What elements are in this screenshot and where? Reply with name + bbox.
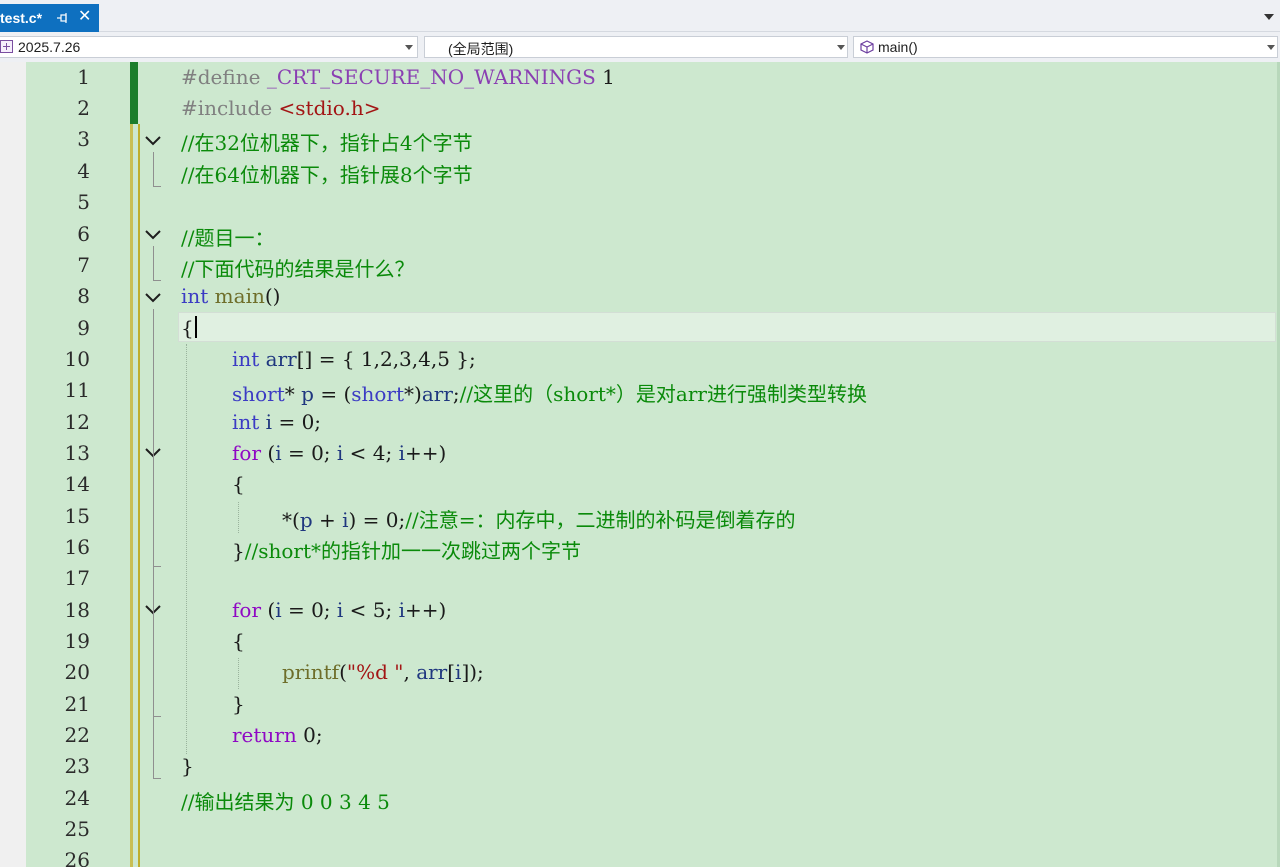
indent-guide	[238, 502, 239, 533]
code-line: }//short*的指针加一一次跳过两个字节	[232, 539, 581, 563]
code-editor[interactable]: 1 2 3 4 5 6 7 8 9 10 11 12 13 14 15 16 1…	[0, 62, 1280, 867]
line-number: 11	[64, 378, 90, 402]
project-label: 2025.7.26	[18, 39, 81, 55]
line-number: 17	[64, 566, 90, 590]
code-line: int arr[] = { 1,2,3,4,5 };	[232, 347, 476, 371]
code-line: printf("%d ", arr[i]);	[282, 660, 484, 684]
tab-test-c[interactable]: test.c* ✕	[0, 4, 99, 32]
saved-change-indicator	[130, 62, 138, 124]
gutter-divider	[130, 62, 133, 867]
line-number: 15	[64, 504, 90, 528]
code-comment: //题目一：	[181, 226, 275, 250]
line-number: 25	[64, 817, 90, 841]
code-line: *(p + i) = 0;//注意=：内存中，二进制的补码是倒着存的	[282, 508, 796, 532]
line-number: 5	[77, 190, 90, 214]
line-number: 3	[77, 127, 90, 151]
line-number: 4	[77, 159, 90, 183]
line-number: 21	[64, 692, 90, 716]
code-line: for (i = 0; i < 5; i++)	[232, 598, 447, 622]
code-line: int main()	[181, 284, 281, 308]
line-number: 7	[77, 253, 90, 277]
line-number: 1	[77, 65, 90, 89]
line-number: 9	[77, 316, 90, 340]
code-line: {	[232, 629, 245, 653]
line-number: 12	[64, 410, 90, 434]
code-line: #include <stdio.h>	[181, 96, 381, 120]
line-number: 14	[64, 472, 90, 496]
fold-region-end	[153, 716, 161, 717]
cube-icon	[860, 40, 874, 54]
chevron-down-icon	[837, 45, 845, 50]
fold-region-end	[153, 280, 161, 281]
editor-margin	[0, 62, 26, 867]
line-number: 10	[64, 347, 90, 371]
project-dropdown[interactable]: 2025.7.26	[0, 36, 418, 58]
indent-guide	[186, 344, 187, 754]
code-line: #define _CRT_SECURE_NO_WARNINGS 1	[181, 65, 615, 89]
unsaved-change-indicator	[138, 124, 140, 867]
project-icon	[0, 40, 13, 53]
line-number: 23	[64, 754, 90, 778]
navigation-bar: 2025.7.26 (全局范围) main()	[0, 32, 1280, 62]
text-cursor	[195, 316, 197, 338]
line-number: 2	[77, 96, 90, 120]
fold-region-end	[153, 778, 161, 779]
document-tab-bar: test.c* ✕	[0, 0, 1280, 32]
member-label: main()	[878, 39, 918, 55]
code-line: for (i = 0; i < 4; i++)	[232, 441, 447, 465]
fold-region-line	[153, 246, 154, 281]
scope-dropdown[interactable]: (全局范围)	[424, 36, 848, 58]
collapse-chevron-icon[interactable]	[144, 228, 162, 242]
line-number: 13	[64, 441, 90, 465]
code-line: }	[232, 692, 245, 716]
collapse-chevron-icon[interactable]	[144, 134, 162, 148]
current-line-highlight	[178, 312, 1276, 342]
code-comment: //下面代码的结果是什么？	[181, 257, 415, 281]
chevron-down-icon	[1267, 45, 1275, 50]
collapse-chevron-icon[interactable]	[144, 291, 162, 305]
line-number: 24	[64, 786, 90, 810]
tab-overflow-chevron-down-icon[interactable]	[1264, 14, 1274, 20]
code-line: int i = 0;	[232, 410, 322, 434]
code-line: {	[181, 316, 194, 340]
line-number: 19	[64, 629, 90, 653]
fold-region-line	[153, 621, 154, 717]
code-line: }	[181, 754, 194, 778]
line-number: 20	[64, 660, 90, 684]
close-icon[interactable]: ✕	[78, 7, 91, 27]
code-line: short* p = (short*)arr;//这里的（short*）是对ar…	[232, 382, 867, 406]
line-number: 6	[77, 222, 90, 246]
line-number: 8	[77, 284, 90, 308]
line-number: 22	[64, 723, 90, 747]
fold-region-line	[153, 152, 154, 187]
code-line: {	[232, 472, 245, 496]
line-number: 16	[64, 535, 90, 559]
fold-region-line	[153, 464, 154, 567]
code-comment: //在32位机器下，指针占4个字节	[181, 131, 473, 155]
chevron-down-icon	[405, 45, 413, 50]
code-comment: //输出结果为 0 0 3 4 5	[181, 790, 390, 814]
code-comment: //在64位机器下，指针展8个字节	[181, 163, 473, 187]
line-number: 26	[64, 848, 90, 867]
tab-title: test.c*	[0, 10, 43, 26]
member-dropdown[interactable]: main()	[853, 36, 1278, 58]
pin-icon[interactable]	[56, 8, 68, 28]
line-number: 18	[64, 598, 90, 622]
indent-guide	[238, 658, 239, 689]
scope-label: (全局范围)	[448, 41, 514, 57]
code-line: return 0;	[232, 723, 323, 747]
fold-region-end	[153, 566, 161, 567]
fold-region-end	[153, 186, 161, 187]
